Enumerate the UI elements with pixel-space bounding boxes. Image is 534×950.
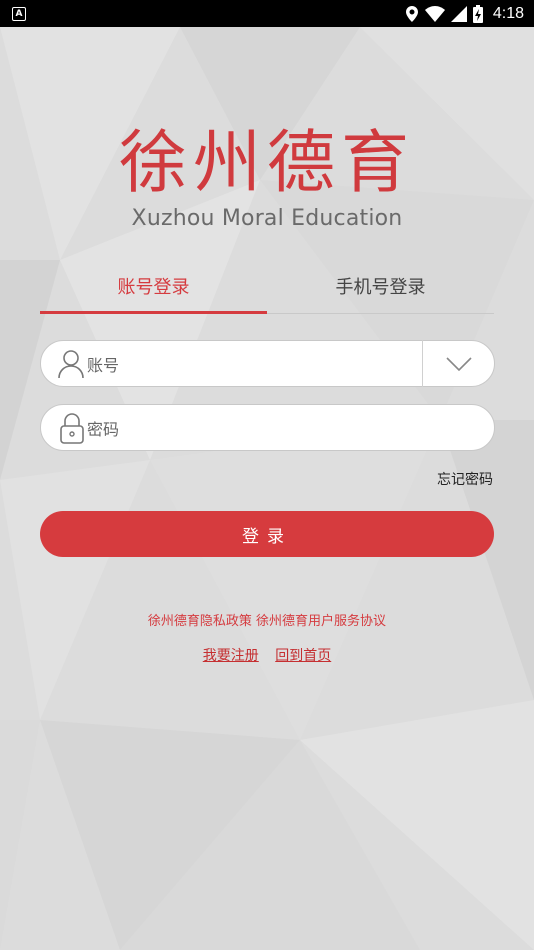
- login-button[interactable]: 登录: [40, 511, 494, 557]
- policy-links[interactable]: 徐州德育隐私政策 徐州德育用户服务协议: [0, 610, 534, 629]
- notification-a-icon: A: [12, 6, 26, 21]
- logo-english-title: Xuzhou Moral Education: [131, 206, 403, 231]
- user-icon: [41, 340, 85, 387]
- home-link[interactable]: 回到首页: [275, 648, 331, 664]
- logo-chinese-title: 徐州德育: [118, 124, 415, 203]
- battery-charging-icon: [472, 4, 483, 23]
- register-link[interactable]: 我要注册: [203, 648, 259, 664]
- account-dropdown-button[interactable]: [422, 340, 494, 387]
- tab-phone-login[interactable]: 手机号登录: [267, 268, 494, 313]
- clock: 4:18: [492, 4, 524, 22]
- app-logo: 徐州德育 Xuzhou Moral Education: [0, 124, 534, 231]
- tab-account-login[interactable]: 账号登录: [40, 268, 267, 314]
- chevron-down-icon: [445, 356, 472, 371]
- account-input[interactable]: 账号: [40, 340, 495, 387]
- forgot-password-link[interactable]: 忘记密码: [437, 469, 493, 489]
- status-bar: A 4:18: [0, 0, 534, 27]
- footer-links: 我要注册 回到首页: [0, 645, 534, 665]
- login-tabs: 账号登录 手机号登录: [40, 268, 494, 314]
- password-placeholder: 密码: [87, 419, 120, 439]
- account-placeholder: 账号: [87, 355, 120, 375]
- location-icon: [405, 5, 418, 22]
- lock-icon: [41, 404, 85, 451]
- password-input[interactable]: 密码: [40, 404, 495, 451]
- signal-icon: [450, 5, 467, 22]
- wifi-icon: [424, 5, 445, 22]
